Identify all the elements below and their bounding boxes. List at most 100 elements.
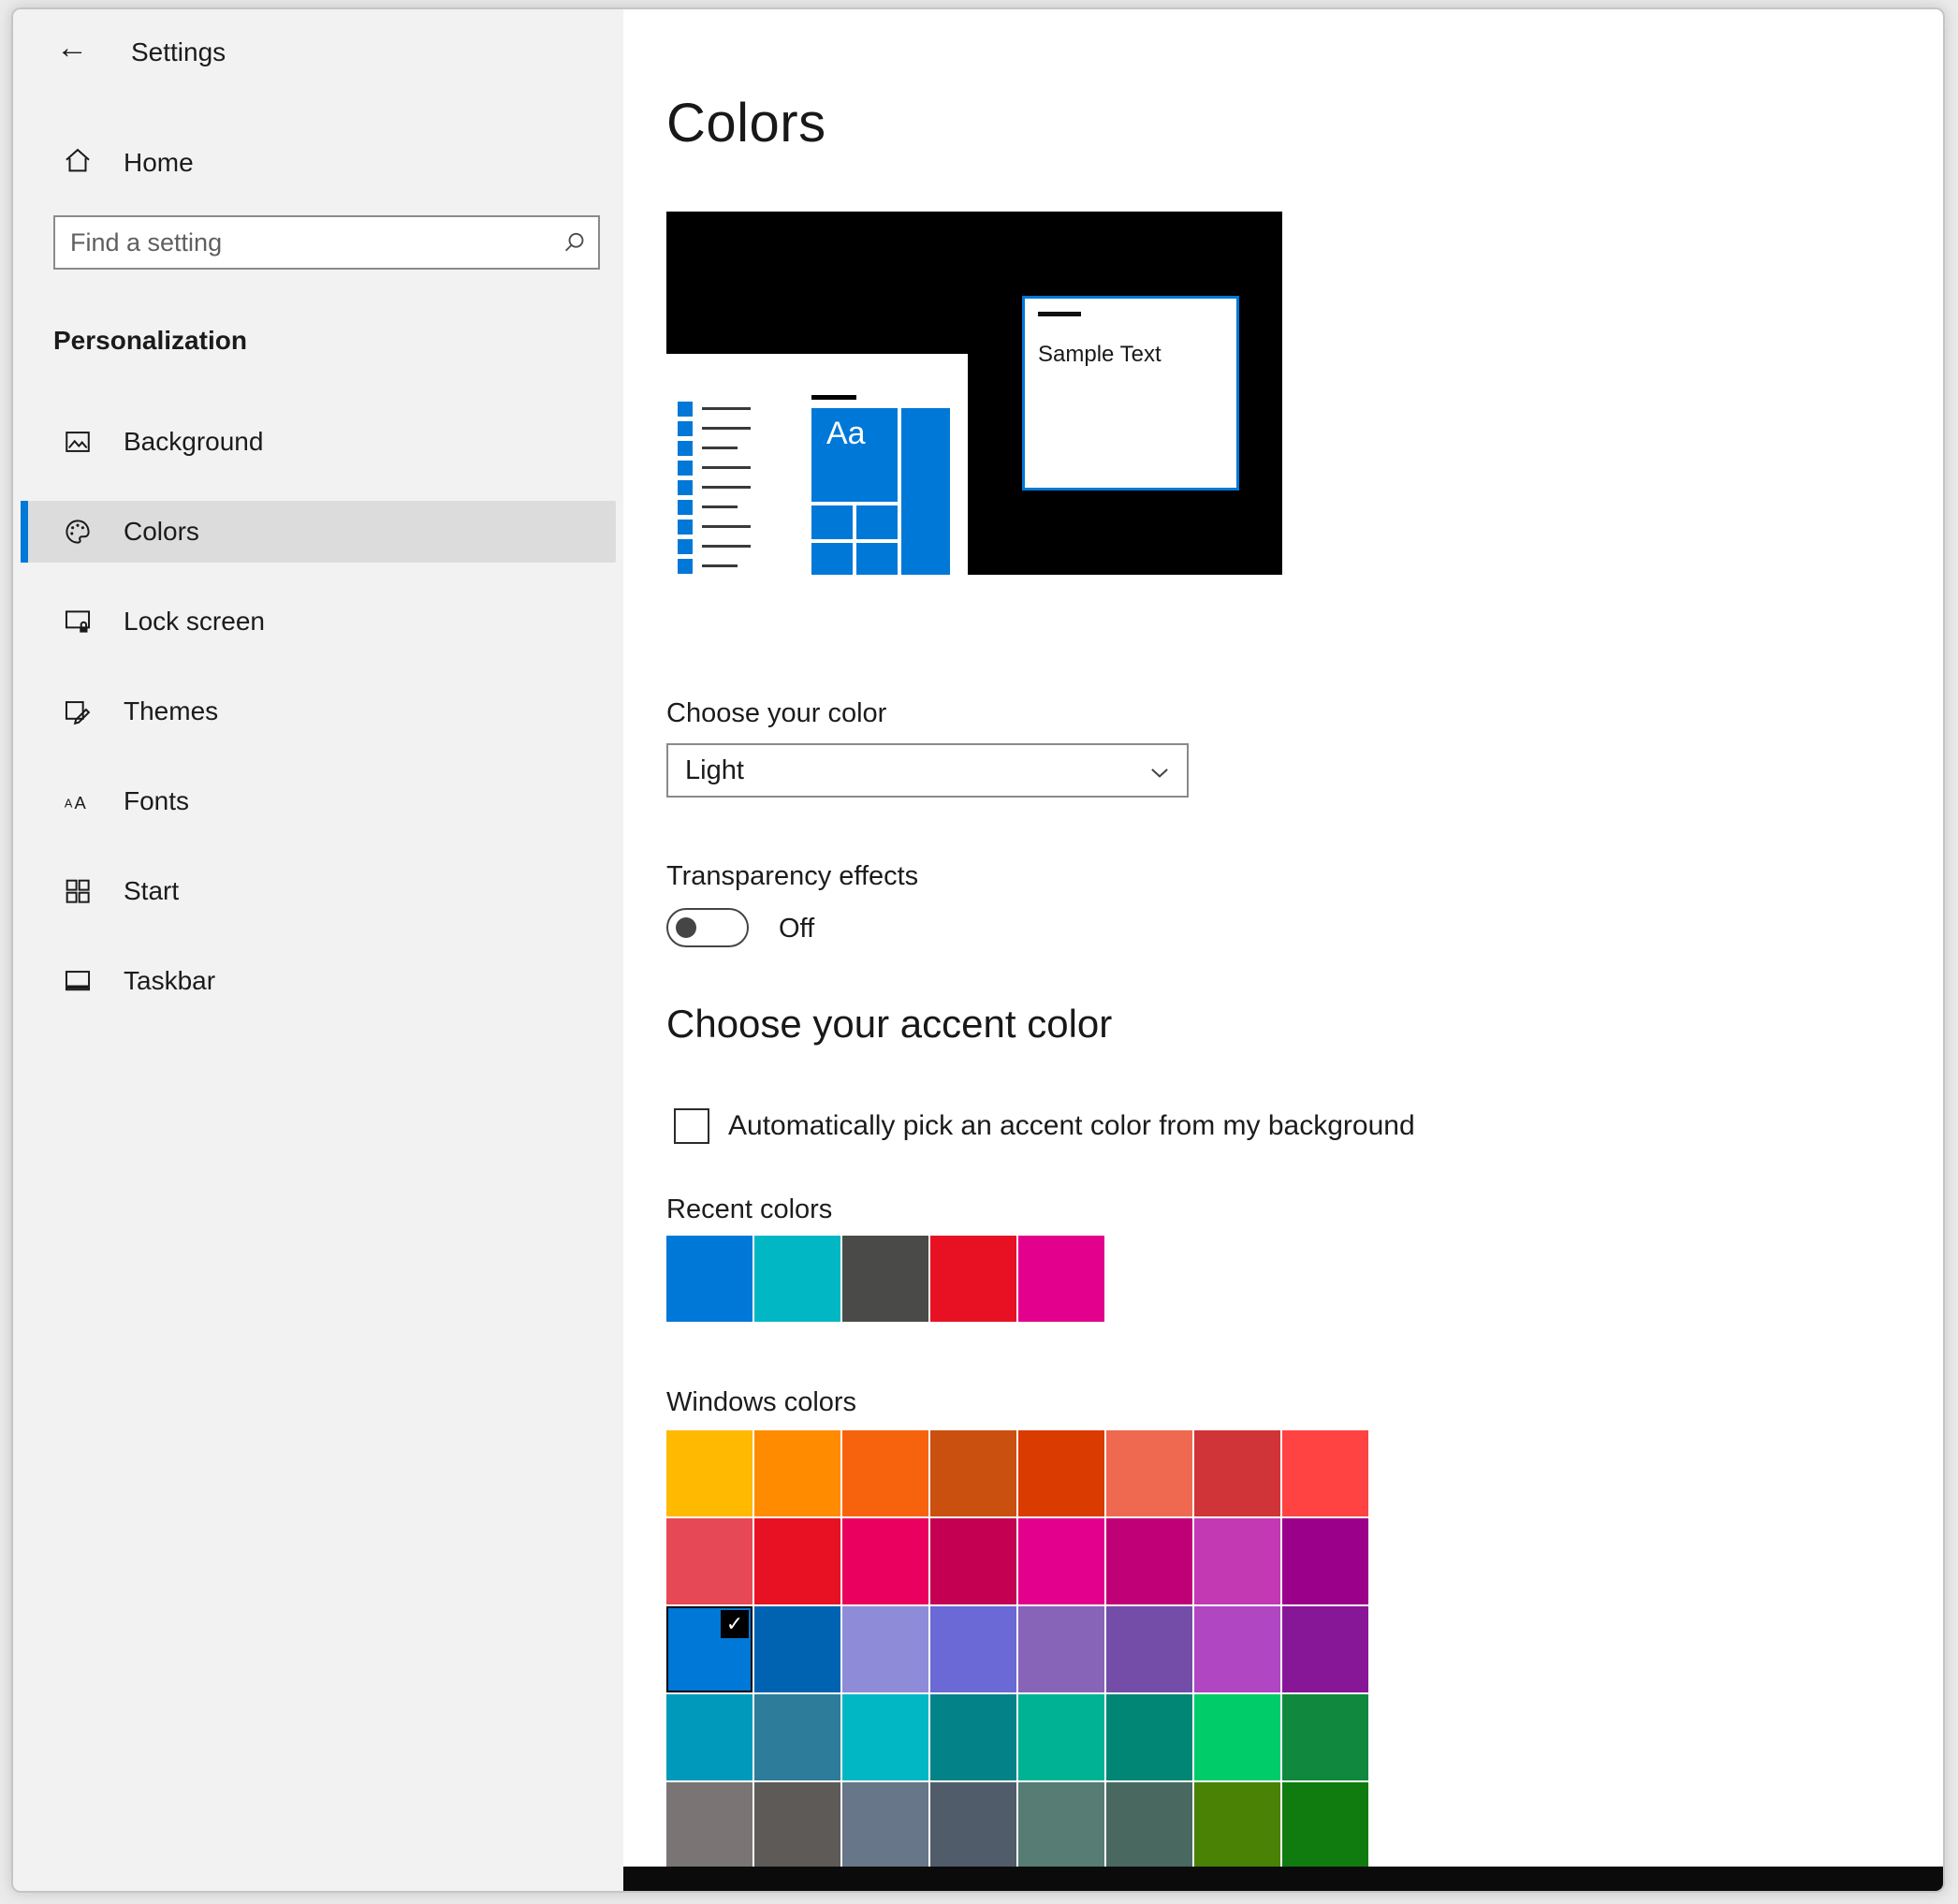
windows-color-swatch[interactable] bbox=[930, 1606, 1016, 1692]
windows-color-swatch[interactable] bbox=[1194, 1782, 1280, 1868]
preview-tile-titlebar bbox=[811, 395, 856, 400]
windows-colors-label: Windows colors bbox=[666, 1387, 856, 1418]
svg-text:A: A bbox=[74, 793, 86, 813]
windows-color-swatch[interactable] bbox=[930, 1430, 1016, 1516]
recent-color-swatch[interactable] bbox=[754, 1236, 840, 1322]
recent-colors-row bbox=[666, 1236, 1104, 1322]
windows-color-swatch[interactable] bbox=[1282, 1694, 1368, 1780]
windows-color-swatch[interactable] bbox=[666, 1782, 753, 1868]
fonts-icon: AA bbox=[62, 785, 94, 817]
windows-color-swatch[interactable] bbox=[754, 1430, 840, 1516]
windows-color-swatch[interactable] bbox=[930, 1782, 1016, 1868]
windows-color-swatch[interactable] bbox=[1106, 1518, 1192, 1604]
theme-preview-image: Aa Sample Text bbox=[666, 212, 1282, 575]
windows-color-swatch[interactable] bbox=[1018, 1518, 1104, 1604]
recent-color-swatch[interactable] bbox=[666, 1236, 753, 1322]
windows-color-swatch[interactable] bbox=[666, 1430, 753, 1516]
lock-screen-icon bbox=[62, 606, 94, 637]
windows-color-swatch[interactable] bbox=[930, 1518, 1016, 1604]
sidebar-item-start[interactable]: Start bbox=[21, 860, 616, 922]
windows-color-swatch[interactable] bbox=[1194, 1518, 1280, 1604]
search-icon[interactable] bbox=[561, 228, 589, 256]
windows-color-swatch[interactable] bbox=[842, 1518, 928, 1604]
windows-color-swatch[interactable] bbox=[1106, 1782, 1192, 1868]
preview-sample-window: Sample Text bbox=[1022, 296, 1239, 491]
preview-list-graphic bbox=[678, 399, 751, 576]
themes-icon bbox=[62, 696, 94, 727]
windows-color-swatch[interactable] bbox=[1106, 1606, 1192, 1692]
sidebar-item-home[interactable]: Home bbox=[13, 133, 623, 189]
preview-sample-titlebar bbox=[1038, 312, 1081, 316]
windows-color-swatch[interactable] bbox=[930, 1694, 1016, 1780]
sidebar-nav-list: Background Colors Lock screen Themes bbox=[13, 411, 623, 1040]
search-input[interactable] bbox=[55, 217, 598, 268]
search-box bbox=[53, 215, 600, 270]
windows-color-swatch[interactable] bbox=[1018, 1430, 1104, 1516]
sidebar-item-label: Start bbox=[124, 876, 179, 906]
toggle-knob bbox=[676, 917, 696, 938]
windows-color-swatch[interactable] bbox=[754, 1782, 840, 1868]
windows-color-swatch[interactable] bbox=[1194, 1430, 1280, 1516]
home-icon bbox=[62, 144, 94, 176]
sidebar-item-background[interactable]: Background bbox=[21, 411, 616, 473]
windows-color-swatch[interactable] bbox=[1018, 1694, 1104, 1780]
windows-color-swatch[interactable] bbox=[666, 1518, 753, 1604]
sidebar-item-themes[interactable]: Themes bbox=[21, 681, 616, 742]
auto-accent-checkbox[interactable] bbox=[674, 1108, 709, 1144]
windows-colors-grid: ✓ bbox=[666, 1430, 1368, 1868]
windows-color-swatch[interactable] bbox=[666, 1694, 753, 1780]
sidebar-item-label: Lock screen bbox=[124, 607, 265, 637]
auto-accent-label: Automatically pick an accent color from … bbox=[728, 1110, 1415, 1142]
accent-color-heading: Choose your accent color bbox=[666, 1002, 1112, 1047]
home-label: Home bbox=[124, 148, 194, 178]
chevron-down-icon bbox=[1146, 758, 1174, 786]
windows-color-swatch[interactable] bbox=[1282, 1430, 1368, 1516]
preview-sample-text: Sample Text bbox=[1038, 342, 1162, 368]
sidebar-item-label: Background bbox=[124, 427, 263, 457]
recent-colors-label: Recent colors bbox=[666, 1194, 832, 1225]
back-button[interactable]: ← bbox=[56, 30, 88, 66]
windows-color-swatch[interactable] bbox=[1018, 1782, 1104, 1868]
selected-check-icon: ✓ bbox=[721, 1610, 749, 1638]
windows-color-swatch[interactable] bbox=[842, 1606, 928, 1692]
windows-color-swatch[interactable] bbox=[1194, 1606, 1280, 1692]
sidebar-item-lock-screen[interactable]: Lock screen bbox=[21, 591, 616, 652]
color-mode-dropdown[interactable]: Light bbox=[666, 743, 1189, 798]
color-mode-value: Light bbox=[685, 755, 744, 786]
windows-color-swatch[interactable] bbox=[1018, 1606, 1104, 1692]
windows-color-swatch[interactable] bbox=[1282, 1782, 1368, 1868]
bottom-dark-strip bbox=[623, 1867, 1943, 1891]
windows-color-swatch[interactable]: ✓ bbox=[666, 1606, 753, 1692]
taskbar-icon bbox=[62, 965, 94, 997]
windows-color-swatch[interactable] bbox=[1194, 1694, 1280, 1780]
sidebar-item-colors[interactable]: Colors bbox=[21, 501, 616, 563]
sidebar-item-taskbar[interactable]: Taskbar bbox=[21, 950, 616, 1012]
sidebar-item-fonts[interactable]: AA Fonts bbox=[21, 770, 616, 832]
sidebar: ← Settings Home Personalization Backgrou… bbox=[13, 9, 623, 1891]
windows-color-swatch[interactable] bbox=[842, 1694, 928, 1780]
recent-color-swatch[interactable] bbox=[930, 1236, 1016, 1322]
sidebar-item-label: Taskbar bbox=[124, 966, 215, 996]
colors-icon bbox=[62, 516, 94, 548]
windows-color-swatch[interactable] bbox=[842, 1782, 928, 1868]
preview-tile-text: Aa bbox=[826, 416, 866, 452]
main-content: Colors Aa Sample T bbox=[623, 9, 1943, 1891]
windows-color-swatch[interactable] bbox=[754, 1694, 840, 1780]
sidebar-item-label: Colors bbox=[124, 517, 199, 547]
auto-accent-checkbox-row[interactable]: Automatically pick an accent color from … bbox=[674, 1108, 1415, 1144]
windows-color-swatch[interactable] bbox=[1282, 1606, 1368, 1692]
svg-text:A: A bbox=[65, 796, 73, 810]
windows-color-swatch[interactable] bbox=[1282, 1518, 1368, 1604]
recent-color-swatch[interactable] bbox=[1018, 1236, 1104, 1322]
windows-color-swatch[interactable] bbox=[754, 1518, 840, 1604]
app-title: Settings bbox=[131, 37, 226, 67]
recent-color-swatch[interactable] bbox=[842, 1236, 928, 1322]
windows-color-swatch[interactable] bbox=[754, 1606, 840, 1692]
transparency-state-label: Off bbox=[779, 914, 814, 945]
settings-window: ← Settings Home Personalization Backgrou… bbox=[11, 7, 1945, 1893]
windows-color-swatch[interactable] bbox=[842, 1430, 928, 1516]
windows-color-swatch[interactable] bbox=[1106, 1694, 1192, 1780]
background-icon bbox=[62, 426, 94, 458]
transparency-toggle[interactable] bbox=[666, 908, 749, 947]
windows-color-swatch[interactable] bbox=[1106, 1430, 1192, 1516]
